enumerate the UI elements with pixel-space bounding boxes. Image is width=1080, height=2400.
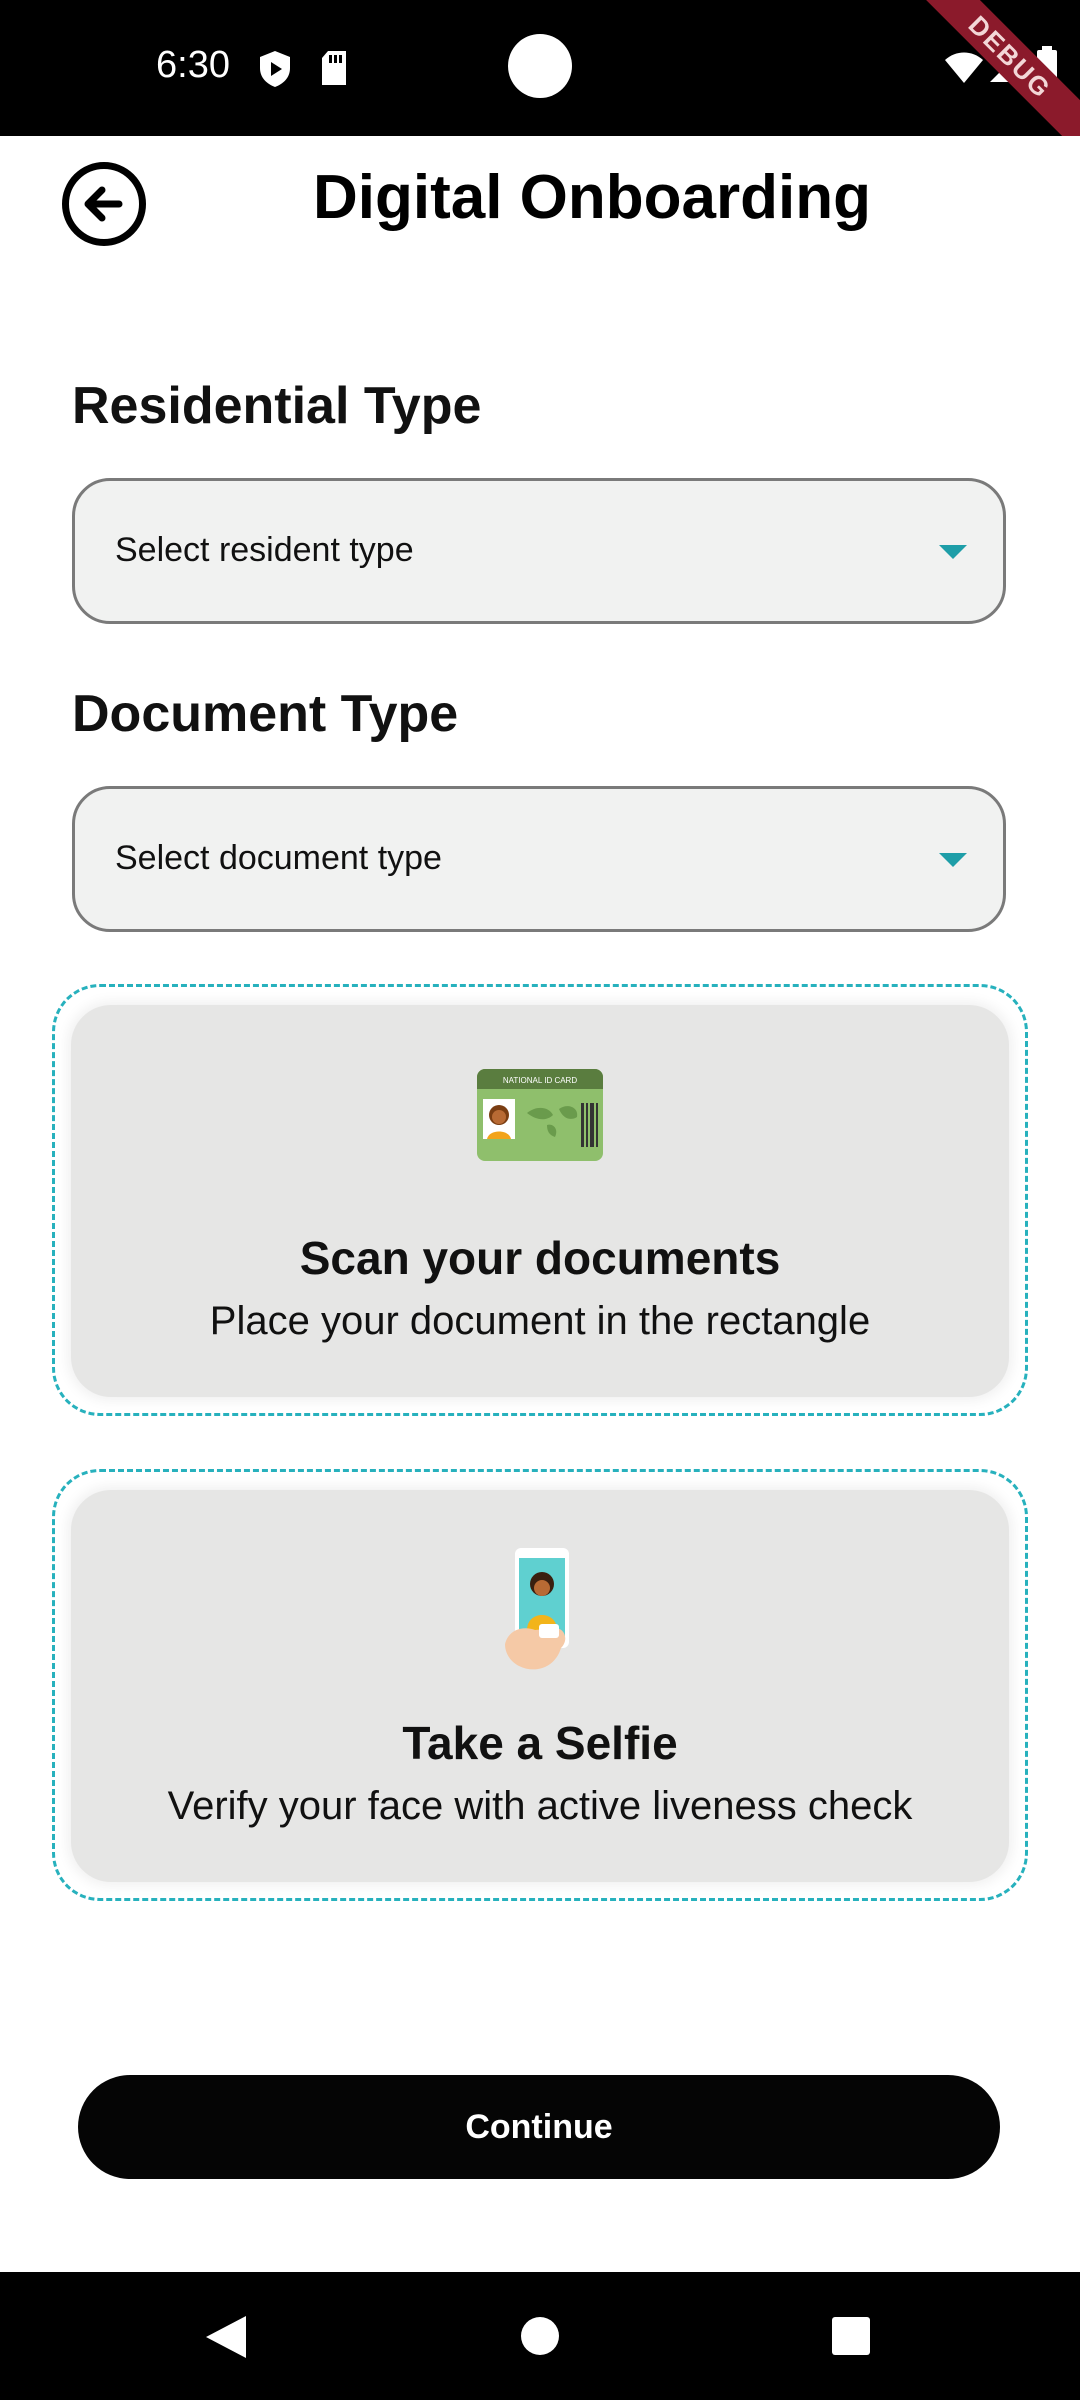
take-selfie-card-body: Take a Selfie Verify your face with acti… bbox=[71, 1490, 1009, 1882]
resident-type-select[interactable]: Select resident type bbox=[72, 478, 1006, 624]
back-button[interactable] bbox=[62, 162, 146, 246]
shield-play-icon bbox=[260, 51, 290, 87]
take-selfie-subtitle: Verify your face with active liveness ch… bbox=[167, 1784, 913, 1828]
scan-documents-card[interactable]: NATIONAL ID CARD Scan your documents Pla… bbox=[52, 984, 1028, 1416]
arrow-left-circle-icon bbox=[84, 186, 123, 222]
back-triangle-icon[interactable] bbox=[204, 2314, 248, 2360]
id-card-label: NATIONAL ID CARD bbox=[503, 1076, 577, 1085]
recents-square-icon[interactable] bbox=[831, 2316, 871, 2356]
navigation-bar bbox=[0, 2272, 1080, 2400]
sd-card-icon bbox=[322, 51, 346, 85]
status-bar: 6:30 DEBUG bbox=[0, 0, 1080, 163]
home-circle-icon[interactable] bbox=[519, 2315, 561, 2357]
scan-documents-subtitle: Place your document in the rectangle bbox=[209, 1299, 871, 1343]
caret-down-icon bbox=[939, 545, 967, 559]
continue-button[interactable]: Continue bbox=[78, 2075, 1000, 2179]
page-title: Digital Onboarding bbox=[313, 163, 871, 232]
take-selfie-card[interactable]: Take a Selfie Verify your face with acti… bbox=[52, 1469, 1028, 1901]
caret-down-icon bbox=[939, 853, 967, 867]
status-time: 6:30 bbox=[156, 44, 230, 86]
resident-type-placeholder: Select resident type bbox=[115, 531, 414, 569]
document-type-placeholder: Select document type bbox=[115, 839, 442, 877]
wifi-icon bbox=[945, 52, 983, 83]
camera-cutout bbox=[508, 34, 572, 98]
scan-documents-card-body: NATIONAL ID CARD Scan your documents Pla… bbox=[71, 1005, 1009, 1397]
id-card-icon: NATIONAL ID CARD bbox=[477, 1069, 603, 1161]
scan-documents-title: Scan your documents bbox=[299, 1232, 781, 1284]
residential-type-label: Residential Type bbox=[72, 377, 482, 435]
onboarding-screen: Digital Onboarding Residential Type Sele… bbox=[0, 136, 1080, 2272]
document-type-select[interactable]: Select document type bbox=[72, 786, 1006, 932]
document-type-label: Document Type bbox=[72, 685, 459, 743]
take-selfie-title: Take a Selfie bbox=[402, 1717, 678, 1769]
selfie-phone-icon bbox=[505, 1548, 569, 1670]
